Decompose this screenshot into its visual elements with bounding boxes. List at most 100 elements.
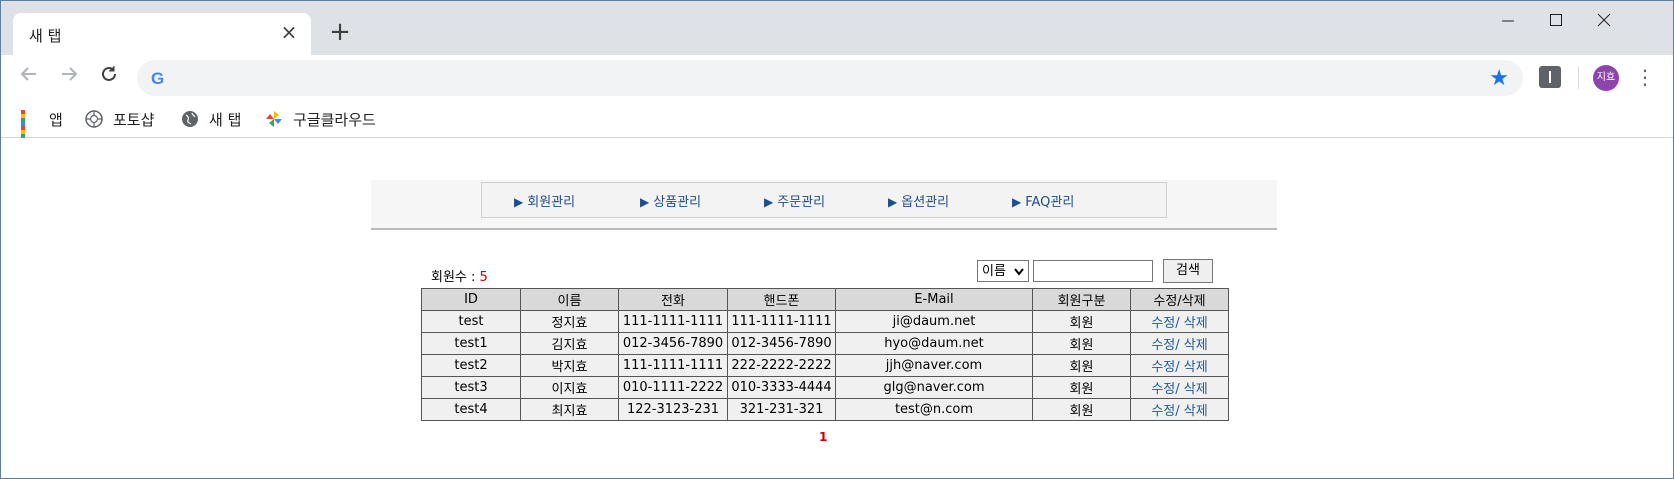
browser-toolbar: G ★ 지효 ⋮ — [1, 55, 1673, 101]
member-count: 회원수 : 5 — [431, 266, 488, 285]
pagination-current-page[interactable]: 1 — [819, 430, 827, 444]
bookmark-photoshop[interactable]: 포토샵 — [85, 108, 154, 130]
member-table: ID 이름 전화 핸드폰 E-Mail 회원구분 수정/삭제 test 정지효 … — [421, 288, 1229, 421]
delete-link[interactable]: 삭제 — [1180, 382, 1208, 397]
col-mobile: 핸드폰 — [727, 288, 836, 311]
menu-label: 상품관리 — [653, 195, 702, 210]
address-bar[interactable]: G ★ — [137, 60, 1523, 96]
delete-link[interactable]: 삭제 — [1180, 338, 1208, 353]
member-email: glg@naver.com — [835, 376, 1033, 399]
menu-order-management[interactable]: ▶ 주문관리 — [764, 191, 825, 210]
member-name-link[interactable]: 이지효 — [520, 376, 619, 399]
edit-delete-cell: 수정/ 삭제 — [1130, 376, 1229, 399]
menu-member-management[interactable]: ▶ 회원관리 — [514, 191, 575, 210]
menu-faq-management[interactable]: ▶ FAQ관리 — [1012, 191, 1074, 210]
col-phone: 전화 — [618, 288, 728, 311]
bookmarks-bar: 앱 포토샵 새 탭 구글클라우드 — [1, 101, 1673, 146]
member-phone: 010-1111-2222 — [618, 376, 728, 399]
bookmark-apps[interactable]: 앱 — [21, 108, 63, 146]
globe-icon — [181, 110, 199, 128]
edit-link[interactable]: 수정/ — [1151, 360, 1179, 375]
toolbar-divider — [1578, 67, 1579, 89]
member-type: 회원 — [1032, 398, 1131, 421]
table-row: test 정지효 111-1111-1111 111-1111-1111 ji@… — [421, 310, 1229, 333]
member-email: test@n.com — [835, 398, 1033, 421]
col-email: E-Mail — [835, 288, 1033, 311]
bookmark-new-tab[interactable]: 새 탭 — [181, 108, 241, 130]
edit-link[interactable]: 수정/ — [1151, 338, 1179, 353]
member-name-link[interactable]: 최지효 — [520, 398, 619, 421]
reload-icon[interactable] — [95, 63, 123, 91]
member-mobile: 111-1111-1111 — [727, 310, 836, 333]
google-icon: G — [151, 69, 165, 88]
bookmark-label: 앱 — [49, 110, 63, 129]
search-input[interactable] — [1033, 260, 1153, 282]
back-icon[interactable] — [15, 63, 43, 91]
edit-delete-cell: 수정/ 삭제 — [1130, 398, 1229, 421]
search-button[interactable]: 검색 — [1163, 259, 1213, 283]
menu-product-management[interactable]: ▶ 상품관리 — [640, 191, 701, 210]
search-select-value: 이름 — [982, 264, 1006, 279]
profile-avatar[interactable]: 지효 — [1593, 65, 1619, 91]
member-id-link[interactable]: test — [421, 310, 521, 333]
edit-link[interactable]: 수정/ — [1151, 404, 1179, 419]
member-email: ji@daum.net — [835, 310, 1033, 333]
menu-label: 회원관리 — [527, 195, 576, 210]
member-phone: 012-3456-7890 — [618, 332, 728, 355]
edit-delete-cell: 수정/ 삭제 — [1130, 332, 1229, 355]
member-count-label: 회원수 : — [431, 270, 480, 285]
member-mobile: 012-3456-7890 — [727, 332, 836, 355]
close-window-icon[interactable] — [1581, 11, 1627, 31]
table-row: test3 이지효 010-1111-2222 010-3333-4444 gl… — [421, 376, 1229, 399]
delete-link[interactable]: 삭제 — [1180, 360, 1208, 375]
menu-option-management[interactable]: ▶ 옵션관리 — [888, 191, 949, 210]
tab-title: 새 탭 — [29, 27, 62, 45]
bookmark-star-icon[interactable]: ★ — [1489, 66, 1509, 91]
member-name-link[interactable]: 정지효 — [520, 310, 619, 333]
admin-menu: ▶ 회원관리 ▶ 상품관리 ▶ 주문관리 ▶ 옵션관리 ▶ FAQ관리 — [481, 182, 1167, 218]
table-row: test1 김지효 012-3456-7890 012-3456-7890 hy… — [421, 332, 1229, 355]
bookmark-google-cloud[interactable]: 구글클라우드 — [265, 108, 376, 130]
edit-link[interactable]: 수정/ — [1151, 382, 1179, 397]
edit-delete-cell: 수정/ 삭제 — [1130, 310, 1229, 333]
member-id-link[interactable]: test3 — [421, 376, 521, 399]
forward-icon[interactable] — [55, 63, 83, 91]
extension-icon[interactable] — [1539, 66, 1561, 88]
more-menu-icon[interactable]: ⋮ — [1635, 65, 1655, 91]
member-phone: 111-1111-1111 — [618, 310, 728, 333]
member-name-link[interactable]: 박지효 — [520, 354, 619, 377]
maximize-icon[interactable] — [1533, 11, 1579, 31]
minimize-icon[interactable] — [1485, 11, 1531, 31]
member-phone: 122-3123-231 — [618, 398, 728, 421]
bookmark-label: 구글클라우드 — [293, 110, 376, 129]
browser-window: 새 탭 × + G ★ 지효 ⋮ 앱 포토샵 새 탭 구글클라우드 ▶ 회원관리… — [0, 0, 1674, 479]
close-tab-icon[interactable]: × — [279, 22, 299, 42]
pinwheel-icon — [265, 110, 283, 128]
edit-link[interactable]: 수정/ — [1151, 316, 1179, 331]
member-count-value: 5 — [479, 270, 488, 285]
col-name: 이름 — [520, 288, 619, 311]
member-type: 회원 — [1032, 332, 1131, 355]
tab-new-tab[interactable]: 새 탭 × — [13, 13, 311, 55]
play-arrow-icon: ▶ — [888, 195, 898, 209]
play-arrow-icon: ▶ — [640, 195, 650, 209]
member-email: jjh@naver.com — [835, 354, 1033, 377]
delete-link[interactable]: 삭제 — [1180, 404, 1208, 419]
apps-grid-icon — [21, 110, 39, 146]
member-type: 회원 — [1032, 376, 1131, 399]
new-tab-button[interactable]: + — [327, 19, 353, 45]
member-name-link[interactable]: 김지효 — [520, 332, 619, 355]
delete-link[interactable]: 삭제 — [1180, 316, 1208, 331]
search-field-select[interactable]: 이름 — [977, 260, 1029, 282]
bookmark-label: 새 탭 — [209, 110, 242, 129]
member-email: hyo@daum.net — [835, 332, 1033, 355]
play-arrow-icon: ▶ — [764, 195, 774, 209]
member-mobile: 321-231-321 — [727, 398, 836, 421]
chevron-down-icon — [1014, 261, 1024, 290]
table-row: test4 최지효 122-3123-231 321-231-321 test@… — [421, 398, 1229, 421]
play-arrow-icon: ▶ — [514, 195, 524, 209]
member-id-link[interactable]: test4 — [421, 398, 521, 421]
member-id-link[interactable]: test1 — [421, 332, 521, 355]
member-id-link[interactable]: test2 — [421, 354, 521, 377]
admin-menu-area: ▶ 회원관리 ▶ 상품관리 ▶ 주문관리 ▶ 옵션관리 ▶ FAQ관리 — [371, 180, 1277, 230]
